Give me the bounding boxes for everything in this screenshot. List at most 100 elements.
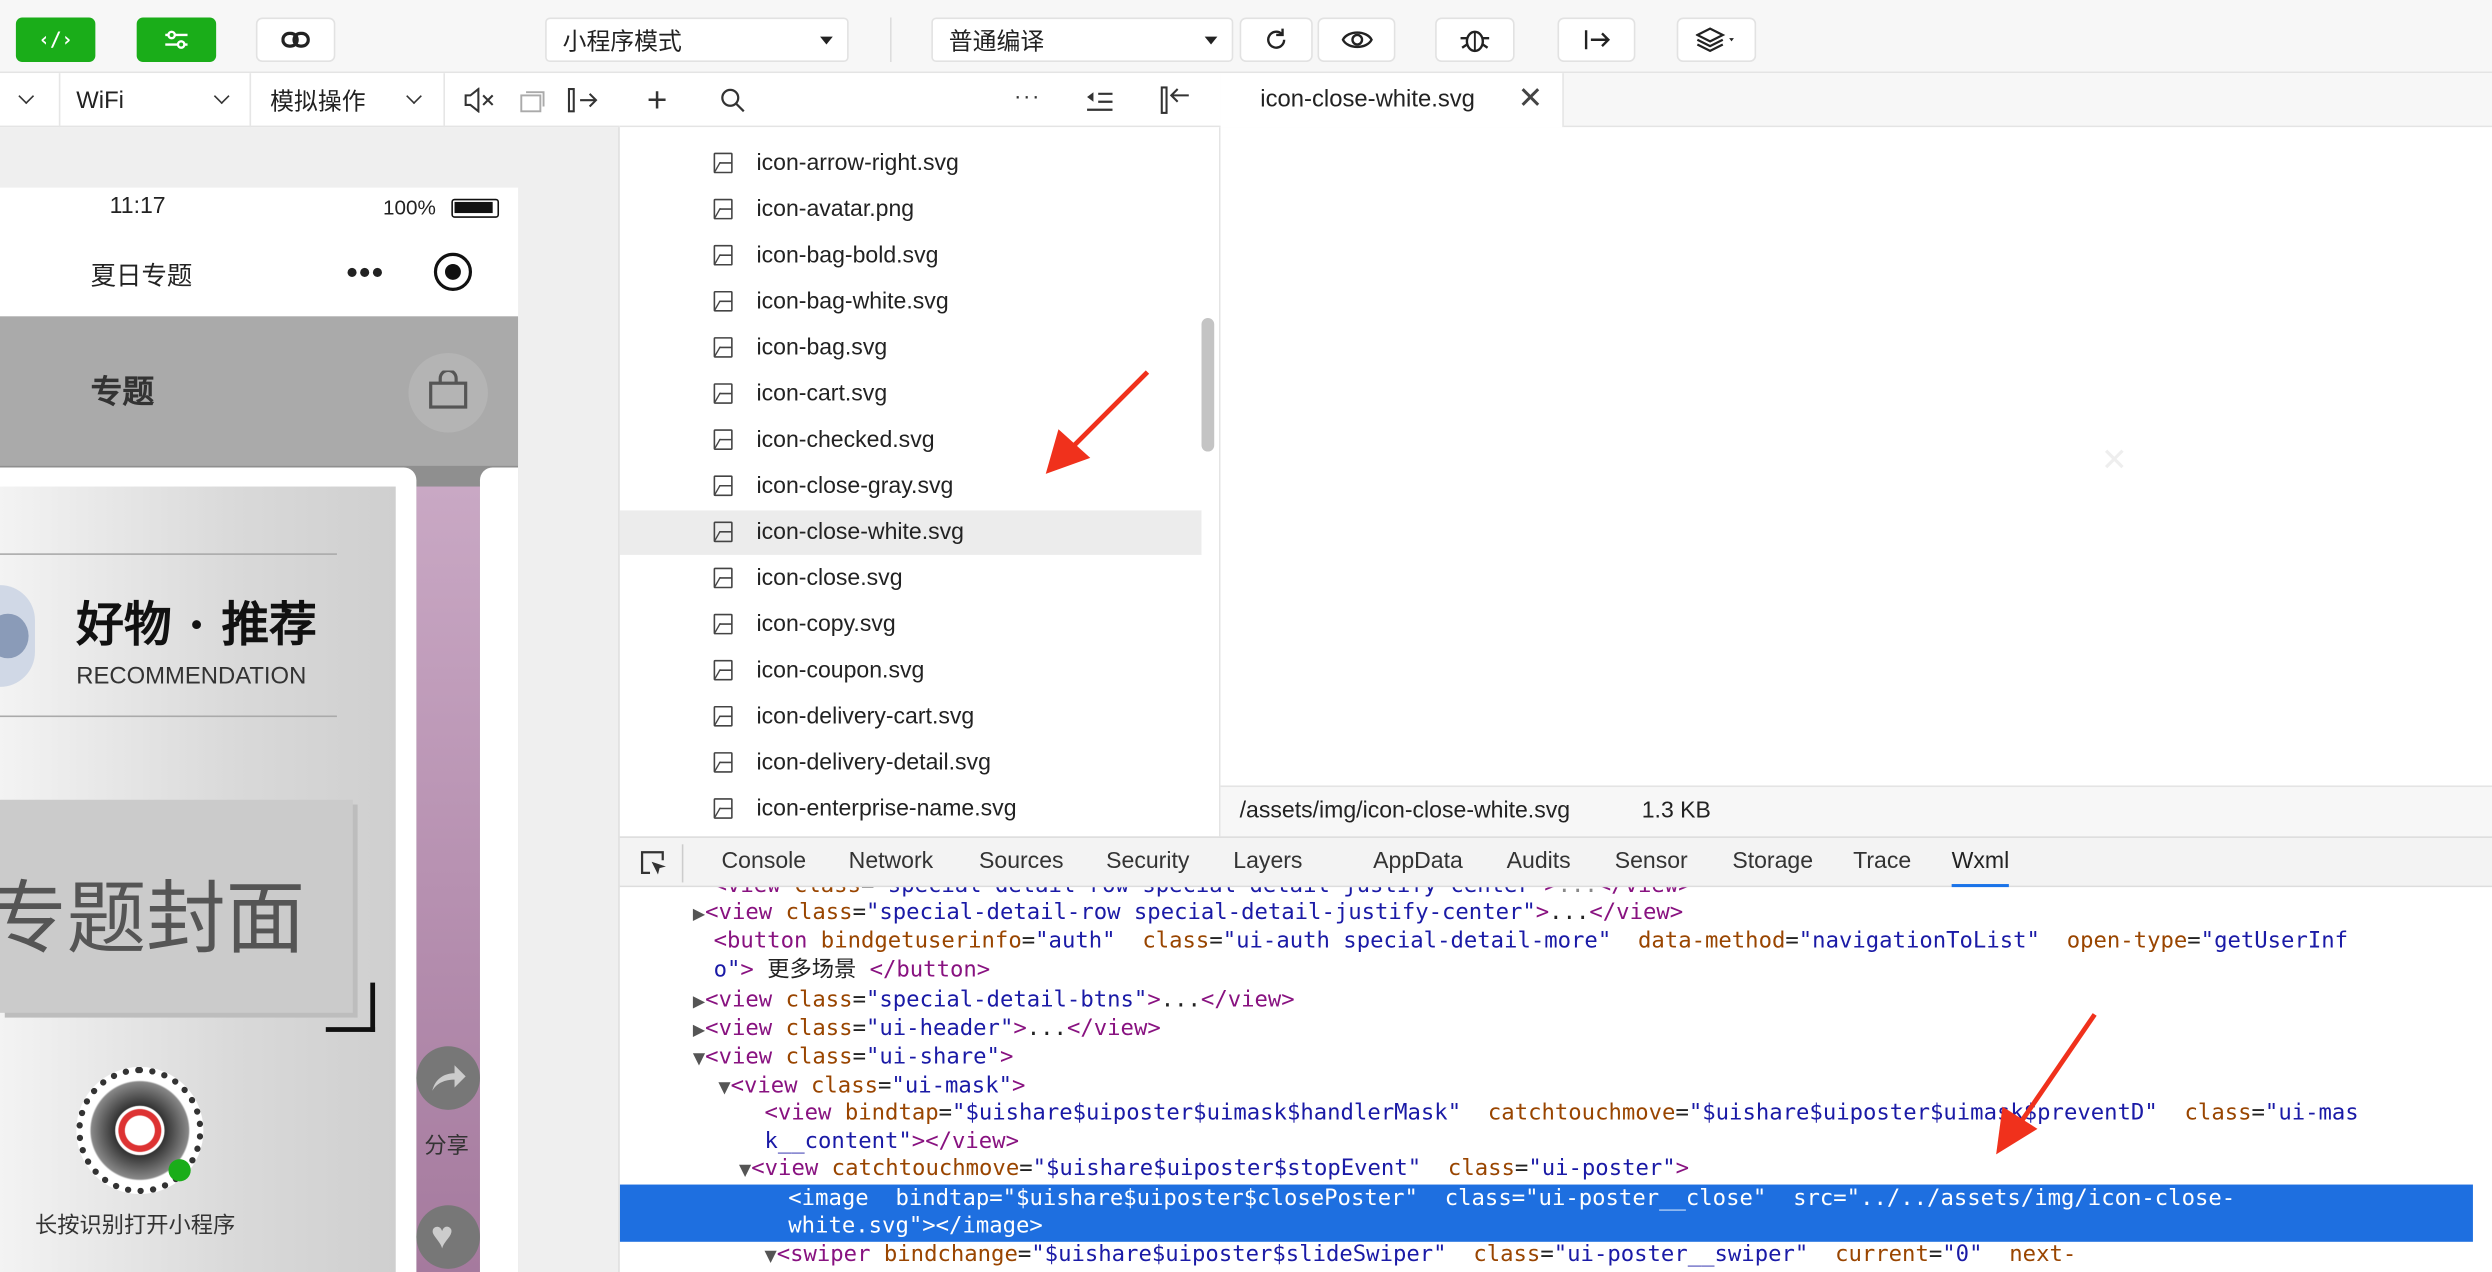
selected-node[interactable]: <image bindtap="$uishare$uiposter$closeP… [619, 1184, 2473, 1242]
more-icon[interactable]: ··· [1014, 83, 1041, 108]
bag-icon [429, 370, 468, 409]
hide-panel-button[interactable] [1159, 86, 1191, 123]
device-select[interactable] [0, 73, 61, 128]
code-line[interactable]: ▶<view class="special-detail-btns">...</… [693, 986, 1295, 1015]
image-file-icon [713, 198, 733, 220]
wxml-tree: <view class="special-detail-row special-… [619, 887, 2492, 1272]
file-item[interactable]: icon-bag-white.svg [620, 280, 1202, 325]
compile-button[interactable] [1239, 17, 1313, 63]
image-file-icon [713, 659, 733, 681]
more-icon[interactable]: ••• [346, 258, 384, 290]
file-size: 1.3 KB [1641, 798, 1711, 824]
file-name: icon-bag-bold.svg [756, 243, 939, 269]
code-line[interactable]: <button bindgetuserinfo="auth" class="ui… [714, 927, 2348, 956]
file-name: icon-bag-white.svg [756, 289, 949, 315]
devtools-tab[interactable]: Wxml [1951, 838, 2010, 888]
link-button[interactable] [255, 17, 336, 63]
code-line[interactable]: k__content"></view> [764, 1127, 1019, 1156]
code-line[interactable]: ▼<view catchtouchmove="$uishare$uiposter… [739, 1154, 1689, 1183]
battery-icon [451, 198, 500, 218]
devtools-tab[interactable]: Network [849, 838, 934, 887]
file-item[interactable]: icon-close.svg [620, 557, 1202, 602]
code-line[interactable]: ▶<view class="ui-header">...</view> [693, 1014, 1161, 1043]
devtools-tab[interactable]: Security [1106, 838, 1189, 887]
operation-select[interactable]: 模拟操作 [251, 73, 446, 128]
link-icon [281, 31, 310, 48]
collapse-button[interactable] [1085, 87, 1114, 120]
preview-button[interactable] [1317, 17, 1396, 63]
mute-button[interactable] [462, 86, 494, 120]
mode-select[interactable]: 小程序模式 [545, 17, 849, 63]
devtools-tab[interactable]: AppData [1373, 838, 1463, 887]
compile-select[interactable]: 普通编译 [931, 17, 1234, 63]
bug-icon [1460, 30, 1490, 53]
annotation-arrow-icon [1045, 370, 1150, 474]
code-line[interactable]: ▼<view class="ui-mask"> [718, 1072, 1025, 1101]
file-item[interactable]: icon-delivery-detail.svg [620, 741, 1202, 786]
close-icon[interactable]: ✕ [1518, 81, 1543, 118]
devtools-tab[interactable]: Console [722, 838, 807, 887]
devtools-tab[interactable]: Sensor [1615, 838, 1688, 887]
scrollbar-thumb[interactable] [1201, 318, 1215, 452]
file-name: icon-checked.svg [756, 427, 935, 454]
divider [0, 715, 337, 718]
code-line: <image bindtap="$uishare$uiposter$closeP… [788, 1186, 2236, 1212]
compile-select-value: 普通编译 [948, 27, 1045, 55]
file-item[interactable]: icon-enterprise-name.svg [620, 787, 1202, 832]
code-line[interactable]: o"> 更多场景 </button> [714, 956, 991, 985]
devtools-tab[interactable]: Storage [1732, 838, 1813, 887]
version-button[interactable] [1676, 17, 1757, 63]
devtools-window: ‹/› 小程序模式 普通编译 WiFi 模拟操作 11:17 100% 夏日专题… [0, 0, 2492, 1272]
simulator-panel: 11:17 100% 夏日专题 ••• 专题 好物 · 推荐 RECOMMEND… [0, 127, 620, 1272]
annotation-arrow-icon [1996, 1013, 2097, 1155]
share-label: 分享 [424, 1132, 469, 1158]
phone-screen[interactable]: 11:17 100% 夏日专题 ••• 专题 好物 · 推荐 RECOMMEND… [0, 187, 519, 1272]
editor-tabbar: icon-close-white.svg ✕ [1220, 73, 2492, 128]
code-line[interactable]: ▼<swiper bindchange="$uishare$uiposter$s… [764, 1240, 2076, 1269]
code-line[interactable]: ▼<view class="ui-share"> [693, 1043, 1013, 1072]
image-file-icon [713, 798, 733, 819]
close-capsule-icon[interactable] [433, 252, 473, 291]
image-file-icon [713, 752, 733, 773]
devtools-tab[interactable]: Sources [979, 838, 1064, 887]
file-item[interactable]: icon-arrow-right.svg [620, 142, 1202, 187]
inspect-element-button[interactable] [639, 849, 668, 886]
image-preview: ✕ [1220, 127, 2492, 786]
file-item[interactable]: icon-bag-bold.svg [620, 234, 1202, 279]
share-icon [432, 1065, 466, 1091]
settings-toggle-button[interactable] [136, 17, 217, 63]
file-item[interactable]: icon-delivery-cart.svg [620, 695, 1202, 740]
window-button[interactable] [520, 91, 545, 121]
code-line: white.svg"></image> [788, 1213, 1043, 1239]
chevron-down-icon [406, 88, 422, 105]
file-item[interactable]: icon-copy.svg [620, 603, 1202, 648]
code-line[interactable]: <view bindtap="$uishare$uiposter$uimask$… [764, 1099, 2358, 1128]
dock-button[interactable] [567, 87, 599, 120]
file-name: icon-delivery-cart.svg [756, 704, 975, 730]
file-item[interactable]: icon-close-white.svg [619, 510, 1202, 555]
image-file-icon [713, 429, 733, 450]
devtools-tab[interactable]: Trace [1853, 838, 1911, 887]
divider [0, 553, 337, 555]
devtools-tab[interactable]: Layers [1233, 838, 1302, 887]
debug-button[interactable] [1435, 17, 1515, 63]
collapse-icon [1087, 92, 1113, 111]
editor-tab[interactable]: icon-close-white.svg ✕ [1220, 73, 1564, 128]
devtools-tab[interactable]: Audits [1507, 838, 1571, 887]
code-line[interactable]: ▶<view class="special-detail-row special… [693, 898, 1683, 927]
file-name: icon-arrow-right.svg [756, 151, 959, 177]
search-button[interactable] [720, 87, 745, 120]
share-button[interactable] [416, 1046, 480, 1110]
image-file-icon [713, 383, 733, 404]
file-item[interactable]: icon-avatar.png [620, 188, 1202, 233]
file-name: icon-avatar.png [756, 197, 915, 223]
upload-icon [1584, 30, 1610, 50]
file-item[interactable]: icon-coupon.svg [620, 649, 1202, 694]
like-button[interactable]: ♥ [416, 1205, 480, 1269]
network-select[interactable]: WiFi [60, 73, 252, 128]
upload-button[interactable] [1557, 17, 1636, 63]
code-view-button[interactable]: ‹/› [15, 17, 96, 63]
add-file-icon[interactable]: + [647, 80, 667, 121]
search-icon [721, 88, 745, 113]
bag-button[interactable] [408, 352, 488, 433]
